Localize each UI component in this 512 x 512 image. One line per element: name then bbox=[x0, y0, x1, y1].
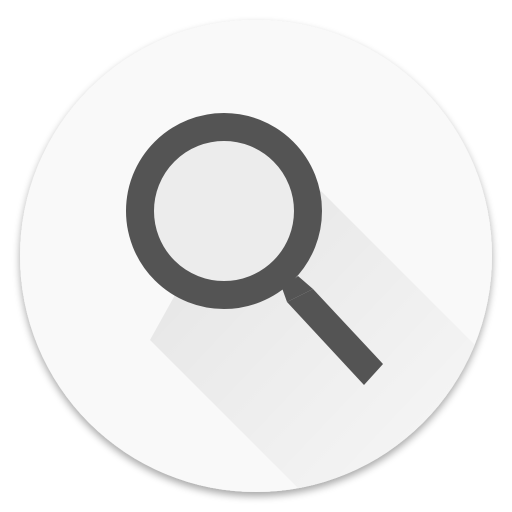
app-icon-canvas bbox=[0, 0, 512, 512]
lens-fill bbox=[154, 141, 294, 281]
search-app-icon bbox=[20, 20, 492, 492]
